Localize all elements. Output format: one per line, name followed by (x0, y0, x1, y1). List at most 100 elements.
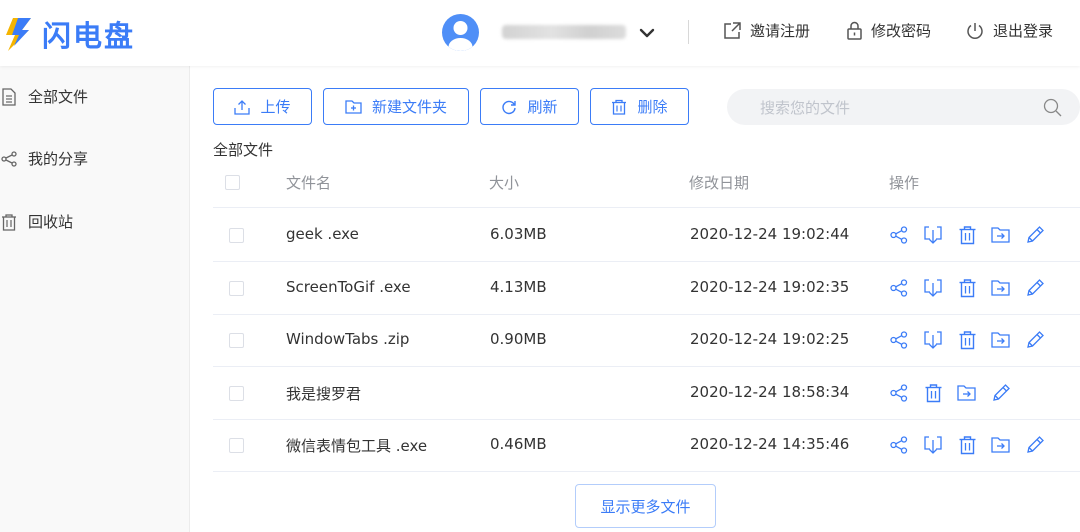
row-checkbox[interactable] (229, 228, 244, 243)
chevron-down-icon[interactable] (638, 24, 656, 42)
sidebar-item-label: 回收站 (28, 213, 74, 231)
column-header-name[interactable]: 文件名 (286, 172, 331, 193)
move-to-folder-icon[interactable] (989, 224, 1013, 246)
share-icon[interactable] (887, 224, 911, 246)
move-to-folder-icon[interactable] (989, 329, 1013, 351)
row-checkbox[interactable] (229, 333, 244, 349)
select-all-checkbox[interactable] (225, 175, 240, 190)
refresh-button[interactable]: 刷新 (480, 88, 579, 125)
file-modified-date: 2020-12-24 14:35:46 (690, 435, 850, 454)
share-icon[interactable] (887, 277, 911, 299)
rename-pencil-icon[interactable] (1023, 434, 1047, 456)
change-password-link[interactable]: 修改密码 (846, 20, 931, 41)
file-name[interactable]: ScreenToGif .exe (286, 278, 411, 296)
download-icon[interactable] (921, 434, 945, 456)
trash-icon[interactable] (955, 224, 979, 246)
column-header-modified[interactable]: 修改日期 (689, 172, 749, 193)
file-icon (2, 87, 16, 106)
file-modified-date: 2020-12-24 19:02:35 (690, 277, 850, 296)
external-link-icon (724, 21, 741, 39)
file-size: 4.13MB (490, 277, 547, 296)
search-box[interactable]: 搜索您的文件 (727, 89, 1080, 125)
logout-label: 退出登录 (993, 22, 1054, 40)
new-folder-label: 新建文件夹 (371, 98, 447, 116)
app-logo[interactable]: 闪电盘 (4, 13, 135, 55)
sidebar-item-all-files[interactable]: 全部文件 (0, 86, 88, 107)
upload-icon (234, 99, 251, 115)
logo-text: 闪电盘 (42, 19, 136, 53)
power-icon (967, 22, 983, 39)
file-size: 6.03MB (490, 225, 547, 243)
row-checkbox[interactable] (229, 438, 244, 454)
sidebar-item-my-shares[interactable]: 我的分享 (0, 148, 88, 169)
header-divider (688, 20, 689, 44)
row-actions (887, 382, 1023, 404)
file-name[interactable]: geek .exe (286, 225, 359, 243)
file-name[interactable]: 微信表情包工具 .exe (286, 435, 427, 456)
row-actions (887, 434, 1057, 456)
trash-icon[interactable] (955, 329, 979, 351)
refresh-label: 刷新 (527, 98, 558, 116)
trash-icon (2, 213, 16, 231)
show-more-button[interactable]: 显示更多文件 (575, 484, 716, 528)
trash-icon[interactable] (955, 434, 979, 456)
rename-pencil-icon[interactable] (1023, 277, 1047, 299)
lightning-logo-icon (6, 18, 31, 51)
download-icon[interactable] (921, 329, 945, 351)
user-avatar-icon (448, 21, 473, 51)
sidebar-item-recycle-bin[interactable]: 回收站 (0, 211, 73, 232)
rename-pencil-icon[interactable] (1023, 224, 1047, 246)
delete-button[interactable]: 删除 (590, 88, 689, 125)
search-icon[interactable] (1043, 98, 1062, 117)
table-row[interactable]: 微信表情包工具 .exe 0.46MB 2020-12-24 14:35:46 (213, 419, 1080, 473)
breadcrumb: 全部文件 (213, 141, 274, 159)
table-row[interactable]: WindowTabs .zip 0.90MB 2020-12-24 19:02:25 (213, 314, 1080, 368)
rename-pencil-icon[interactable] (989, 382, 1013, 404)
move-to-folder-icon[interactable] (955, 382, 979, 404)
new-folder-icon (345, 100, 362, 114)
logout-link[interactable]: 退出登录 (965, 20, 1053, 41)
rename-pencil-icon[interactable] (1023, 329, 1047, 351)
search-input[interactable]: 搜索您的文件 (760, 97, 850, 118)
file-name[interactable]: 我是搜罗君 (286, 383, 361, 404)
file-name[interactable]: WindowTabs .zip (286, 330, 409, 348)
lock-icon (847, 21, 862, 40)
row-actions (887, 224, 1057, 246)
sidebar-item-label: 我的分享 (28, 150, 89, 168)
download-icon[interactable] (921, 224, 945, 246)
sidebar-item-label: 全部文件 (28, 88, 89, 106)
upload-label: 上传 (260, 98, 291, 116)
username-blurred[interactable] (502, 25, 626, 39)
change-password-label: 修改密码 (871, 22, 932, 40)
column-header-actions: 操作 (889, 174, 920, 192)
move-to-folder-icon[interactable] (989, 434, 1013, 456)
table-row[interactable]: geek .exe 6.03MB 2020-12-24 19:02:44 (213, 209, 1080, 262)
file-size: 0.46MB (490, 435, 547, 454)
file-modified-date: 2020-12-24 19:02:44 (690, 225, 850, 243)
top-header: 闪电盘 邀请注册 修改密码 退出登录 (0, 0, 1080, 66)
share-icon[interactable] (887, 329, 911, 351)
download-icon[interactable] (921, 277, 945, 299)
upload-button[interactable]: 上传 (213, 88, 312, 125)
trash-icon[interactable] (921, 382, 945, 404)
delete-label: 删除 (637, 98, 668, 116)
table-header: 文件名 大小 修改日期 操作 (213, 160, 1080, 208)
row-checkbox[interactable] (229, 385, 244, 401)
table-row[interactable]: ScreenToGif .exe 4.13MB 2020-12-24 19:02:3… (213, 262, 1080, 315)
new-folder-button[interactable]: 新建文件夹 (323, 88, 469, 125)
row-actions (887, 329, 1057, 351)
table-row[interactable]: 我是搜罗君 2020-12-24 18:58:34 (213, 367, 1080, 420)
move-to-folder-icon[interactable] (989, 277, 1013, 299)
share-icon[interactable] (887, 382, 911, 404)
trash-icon[interactable] (955, 277, 979, 299)
file-modified-date: 2020-12-24 19:02:25 (690, 330, 850, 349)
share-icon[interactable] (887, 434, 911, 456)
avatar[interactable] (442, 14, 479, 51)
share-icon (1, 150, 17, 167)
row-checkbox[interactable] (229, 280, 244, 296)
register-link[interactable]: 邀请注册 (722, 20, 810, 41)
row-actions (887, 277, 1057, 299)
column-header-size[interactable]: 大小 (489, 172, 519, 193)
refresh-icon (502, 100, 517, 114)
trash-icon (612, 99, 627, 115)
